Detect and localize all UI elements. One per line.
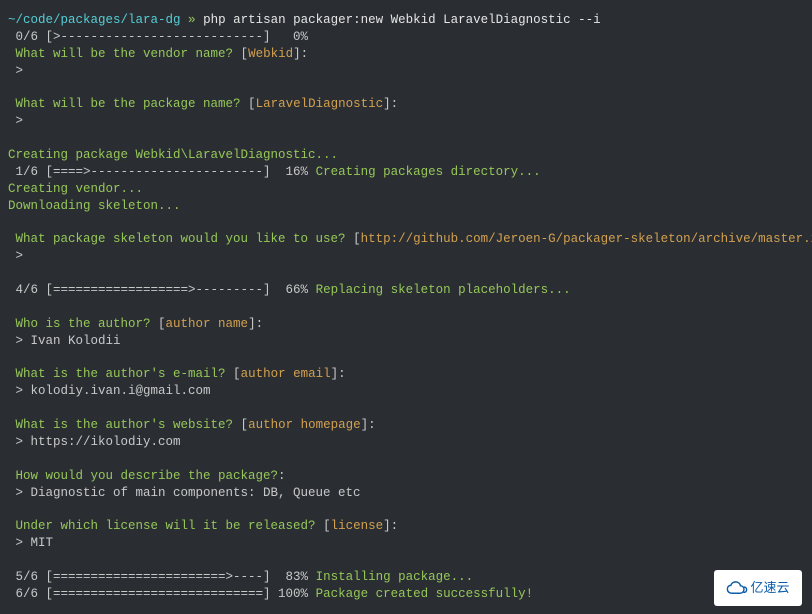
progress-1-bar: 1/6 [====>-----------------------] 16% [8, 165, 316, 179]
lb: [ [241, 418, 249, 432]
progress-6-msg: Package created successfully! [316, 587, 534, 601]
lb: [ [233, 367, 241, 381]
lb: [ [248, 97, 256, 111]
prompt-path: ~/code/packages/lara-dg [8, 13, 181, 27]
q-license: Under which license will it be released? [8, 519, 323, 533]
colon: : [278, 469, 286, 483]
q-email-default: author email [241, 367, 331, 381]
status-downloading: Downloading skeleton... [8, 199, 181, 213]
rb: ]: [383, 97, 398, 111]
lb: [ [323, 519, 331, 533]
progress-0: 0/6 [>---------------------------] 0% [8, 30, 308, 44]
watermark-logo: 亿速云 [714, 570, 802, 606]
rb: ]: [383, 519, 398, 533]
rb: ]: [331, 367, 346, 381]
answer-vendor: > [8, 64, 23, 78]
lb: [ [241, 47, 249, 61]
progress-6-bar: 6/6 [============================] 100% [8, 587, 316, 601]
answer-skeleton: > [8, 249, 23, 263]
q-package-default: LaravelDiagnostic [256, 97, 384, 111]
answer-website: > https://ikolodiy.com [8, 435, 181, 449]
rb: ]: [248, 317, 263, 331]
q-website-default: author homepage [248, 418, 361, 432]
q-author-default: author name [166, 317, 249, 331]
answer-author: > Ivan Kolodii [8, 334, 121, 348]
progress-5-bar: 5/6 [=======================>----] 83% [8, 570, 316, 584]
answer-email: > kolodiy.ivan.i@gmail.com [8, 384, 211, 398]
prompt-sep: » [181, 13, 204, 27]
progress-5-msg: Installing package... [316, 570, 474, 584]
q-email: What is the author's e-mail? [8, 367, 233, 381]
command-text: php artisan packager:new Webkid LaravelD… [203, 13, 601, 27]
lb: [ [353, 232, 361, 246]
q-skeleton-default: http://github.com/Jeroen-G/packager-skel… [361, 232, 812, 246]
q-license-default: license [331, 519, 384, 533]
progress-1-msg: Creating packages directory... [316, 165, 541, 179]
q-vendor: What will be the vendor name? [8, 47, 241, 61]
cloud-icon [726, 581, 748, 595]
q-website: What is the author's website? [8, 418, 241, 432]
answer-describe: > Diagnostic of main components: DB, Que… [8, 486, 361, 500]
rb: ]: [293, 47, 308, 61]
progress-4-msg: Replacing skeleton placeholders... [316, 283, 571, 297]
q-package: What will be the package name? [8, 97, 248, 111]
answer-package: > [8, 114, 23, 128]
terminal-output[interactable]: ~/code/packages/lara-dg » php artisan pa… [0, 0, 812, 611]
watermark-text: 亿速云 [750, 579, 789, 597]
q-vendor-default: Webkid [248, 47, 293, 61]
q-describe: How would you describe the package? [8, 469, 278, 483]
answer-license: > MIT [8, 536, 53, 550]
progress-4-bar: 4/6 [==================>---------] 66% [8, 283, 316, 297]
q-skeleton: What package skeleton would you like to … [8, 232, 353, 246]
lb: [ [158, 317, 166, 331]
status-creating-package: Creating package Webkid\LaravelDiagnosti… [8, 148, 338, 162]
q-author: Who is the author? [8, 317, 158, 331]
rb: ]: [361, 418, 376, 432]
status-creating-vendor: Creating vendor... [8, 182, 143, 196]
